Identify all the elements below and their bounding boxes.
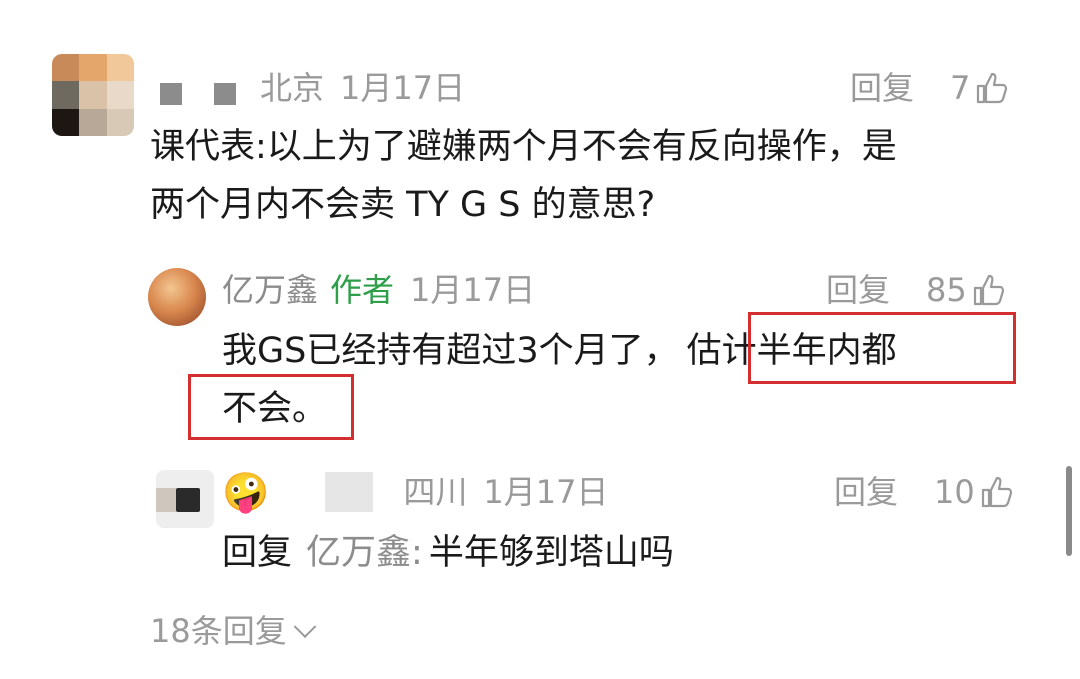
reply-to-username[interactable]: 亿万鑫:	[306, 533, 423, 573]
like-count: 10	[934, 473, 975, 511]
username[interactable]: 亿万鑫	[222, 268, 318, 312]
reply-text: 半年够到塔山吗	[428, 533, 674, 573]
comment-actions: 回复 7	[850, 66, 1010, 110]
reply-button[interactable]: 回复	[850, 66, 914, 110]
reply-button[interactable]: 回复	[826, 268, 890, 312]
thumbs-up-icon[interactable]	[971, 272, 1007, 308]
thumbs-up-icon[interactable]	[974, 70, 1010, 106]
reply-actions: 回复 10	[834, 470, 1015, 514]
highlight-box	[188, 374, 354, 440]
date: 1月17日	[483, 473, 609, 511]
comment-meta: 北京 1月17日	[160, 66, 465, 110]
comment-text-line: 课代表:以上为了避嫌两个月不会有反向操作，是	[150, 127, 897, 167]
like-count: 85	[926, 271, 967, 309]
location: 北京	[260, 69, 325, 107]
scrollbar[interactable]	[1066, 466, 1072, 556]
avatar[interactable]	[52, 54, 134, 136]
reply-meta: 🤪 四川 1月17日	[222, 470, 608, 514]
reply-button[interactable]: 回复	[834, 470, 898, 514]
expand-replies-button[interactable]: 18条回复	[150, 606, 317, 656]
avatar[interactable]	[156, 470, 214, 528]
username-redacted	[325, 472, 374, 512]
comment-item: 北京 1月17日 回复 7 课代表:以上为了避嫌两个月不会有反向操作，是 两个月…	[0, 0, 1080, 240]
emoji-icon: 🤪	[222, 470, 270, 514]
reply-meta: 亿万鑫 作者 1月17日	[222, 268, 535, 312]
username-redacted	[160, 83, 182, 105]
avatar[interactable]	[148, 268, 206, 326]
more-replies-label: 18条回复	[150, 612, 287, 650]
location: 四川	[403, 473, 468, 511]
author-tag: 作者	[330, 271, 395, 309]
date: 1月17日	[410, 271, 536, 309]
reply-actions: 回复 85	[826, 268, 1007, 312]
highlight-box	[748, 312, 1016, 384]
reply-text-part: 我GS已经持有超过3个月了，	[222, 331, 679, 371]
date: 1月17日	[340, 69, 466, 107]
thumbs-up-icon[interactable]	[979, 474, 1015, 510]
username-redacted	[214, 83, 236, 105]
like-count: 7	[950, 69, 971, 107]
chevron-down-icon	[293, 615, 317, 639]
reply-prefix: 回复	[222, 533, 293, 573]
comment-text-line: 两个月内不会卖 TY G S 的意思?	[150, 185, 656, 225]
reply-text-line: 回复 亿万鑫: 半年够到塔山吗	[222, 524, 674, 582]
